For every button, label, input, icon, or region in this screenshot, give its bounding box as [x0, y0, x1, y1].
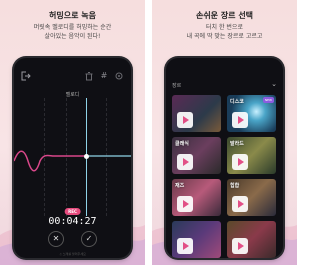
- play-icon[interactable]: [232, 154, 248, 170]
- panel-subtitle: 터치 한 번으로 내 곡에 딱 맞는 장르로 고르고: [152, 23, 297, 41]
- genre-tile[interactable]: 디스코 NEW: [227, 95, 276, 132]
- play-icon[interactable]: [232, 196, 248, 212]
- panel-title: 허밍으로 녹음: [49, 11, 96, 20]
- confirm-button[interactable]: ✓: [81, 231, 97, 247]
- playhead-marker[interactable]: [84, 154, 89, 159]
- chevron-down-icon[interactable]: ⌄: [271, 80, 277, 88]
- panel-title: 손쉬운 장르 선택: [195, 11, 254, 20]
- play-icon[interactable]: [177, 238, 193, 254]
- track-label: 멜로디: [65, 92, 80, 98]
- genre-name: 힙합: [230, 183, 240, 189]
- play-icon[interactable]: [232, 112, 248, 128]
- melody-waveform: [14, 150, 131, 172]
- recording-hint: ♫ 노래를 불러주세요: [59, 252, 86, 256]
- play-icon[interactable]: [177, 196, 193, 212]
- genre-name: 재즈: [175, 183, 185, 189]
- panel-subtitle: 머릿속 멜로디를 허밍하는 순간 살아있는 음악이 된다!: [0, 23, 145, 41]
- elapsed-time: 00:04:27: [48, 216, 97, 227]
- recorder-toolbar: #: [14, 71, 131, 85]
- subtitle-line-2: 살아있는 음악이 된다!: [44, 33, 101, 40]
- genre-tile[interactable]: 클래식: [172, 137, 221, 174]
- play-icon[interactable]: [232, 238, 248, 254]
- hash-icon[interactable]: #: [99, 71, 109, 81]
- cancel-button[interactable]: ✕: [48, 231, 64, 247]
- genre-header-label: 장르: [172, 83, 182, 89]
- genre-tile[interactable]: [172, 95, 221, 132]
- genre-name: 디스코: [230, 99, 244, 105]
- play-icon[interactable]: [177, 112, 193, 128]
- recorder-phone: # 멜로디 REC 00:04:27 ✕ ✓ ♫ 노래를 불러주세요: [14, 58, 131, 258]
- trash-icon[interactable]: [84, 71, 94, 81]
- genre-tile[interactable]: [172, 221, 221, 258]
- exit-icon[interactable]: [21, 71, 31, 81]
- genre-tile[interactable]: [227, 221, 276, 258]
- subtitle-line-1: 터치 한 번으로: [206, 24, 243, 31]
- genre-phone: 장르 ⌄ 디스코 NEW 클래식 발라드 재즈 힙합: [166, 58, 283, 258]
- feature-panel-genre: 손쉬운 장르 선택 터치 한 번으로 내 곡에 딱 맞는 장르로 고르고 장르 …: [152, 0, 297, 265]
- rec-badge: REC: [64, 208, 81, 215]
- play-icon[interactable]: [177, 154, 193, 170]
- subtitle-line-1: 머릿속 멜로디를 허밍하는 순간: [33, 24, 112, 31]
- feature-panel-humming: 허밍으로 녹음 머릿속 멜로디를 허밍하는 순간 살아있는 음악이 된다! # …: [0, 0, 145, 265]
- new-badge: NEW: [262, 97, 274, 103]
- settings-icon[interactable]: [114, 71, 124, 81]
- genre-name: 발라드: [230, 141, 244, 147]
- genre-name: 클래식: [175, 141, 189, 147]
- genre-tile[interactable]: 발라드: [227, 137, 276, 174]
- genre-tile[interactable]: 힙합: [227, 179, 276, 216]
- genre-tile[interactable]: 재즈: [172, 179, 221, 216]
- subtitle-line-2: 내 곡에 딱 맞는 장르로 고르고: [186, 33, 263, 40]
